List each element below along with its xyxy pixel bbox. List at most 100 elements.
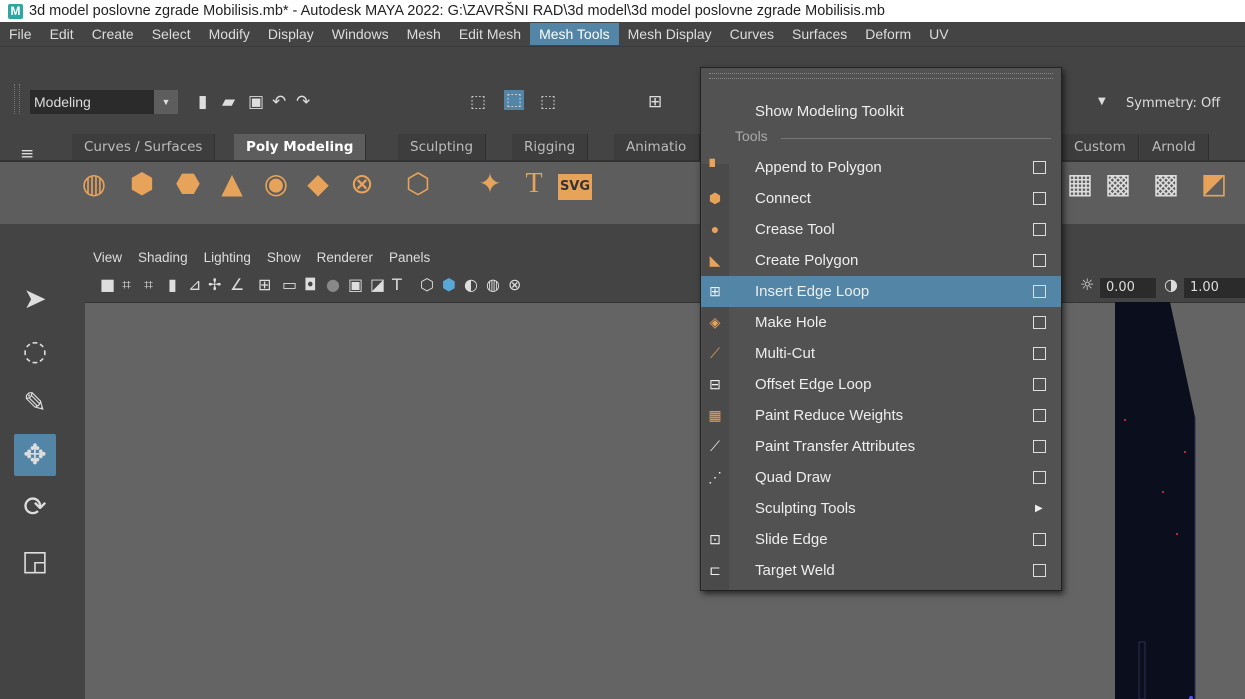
shelf-tab-custom[interactable]: Custom bbox=[1062, 134, 1139, 160]
select-by-component-icon[interactable]: ⬚ bbox=[540, 92, 556, 112]
statusline-grip[interactable] bbox=[14, 84, 20, 114]
option-box-icon[interactable] bbox=[1033, 161, 1046, 174]
select-by-object-icon[interactable]: ⬚ bbox=[504, 90, 525, 110]
panel-menu-panels[interactable]: Panels bbox=[381, 250, 438, 265]
combine-icon[interactable]: ▩ bbox=[1148, 166, 1184, 202]
shelf-tab-poly-modeling[interactable]: Poly Modeling bbox=[234, 134, 367, 160]
menu-uv[interactable]: UV bbox=[920, 23, 957, 45]
panel-menu-lighting[interactable]: Lighting bbox=[196, 250, 259, 265]
menu-item-quad-draw[interactable]: ⋰ Quad Draw bbox=[701, 462, 1061, 493]
resolution-gate-icon[interactable]: ◘ bbox=[304, 276, 317, 294]
menu-select[interactable]: Select bbox=[143, 23, 200, 45]
menu-item-multi-cut[interactable]: ⟋ Multi-Cut bbox=[701, 338, 1061, 369]
chevron-down-icon[interactable]: ▼ bbox=[1098, 92, 1106, 112]
grid-toggle-icon[interactable]: ⊿ bbox=[188, 276, 201, 294]
menu-item-target-weld[interactable]: ⊏ Target Weld bbox=[701, 555, 1061, 586]
extract-icon[interactable]: ▦ bbox=[1062, 166, 1098, 202]
film-gate-icon[interactable]: ▭ bbox=[282, 276, 297, 294]
wireframe-icon[interactable]: ⬡ bbox=[420, 276, 434, 294]
menu-display[interactable]: Display bbox=[259, 23, 323, 45]
menu-modify[interactable]: Modify bbox=[200, 23, 259, 45]
paint-select-tool-icon[interactable]: ✎ bbox=[14, 382, 56, 424]
menu-item-slide-edge[interactable]: ⊡ Slide Edge bbox=[701, 524, 1061, 555]
menu-deform[interactable]: Deform bbox=[856, 23, 920, 45]
symmetry-setting[interactable]: Symmetry: Off bbox=[1126, 96, 1220, 111]
menu-item-paint-reduce-weights[interactable]: ▦ Paint Reduce Weights bbox=[701, 400, 1061, 431]
menu-item-create-polygon[interactable]: ◣ Create Polygon bbox=[701, 245, 1061, 276]
pivot-icon[interactable]: ✢ bbox=[208, 276, 221, 294]
field-chart-icon[interactable]: ▣ bbox=[348, 276, 363, 294]
menu-file[interactable]: File bbox=[0, 23, 41, 45]
poly-cylinder-icon[interactable]: ⬣ bbox=[170, 166, 206, 202]
textured-icon[interactable]: ◍ bbox=[486, 276, 500, 294]
menu-item-show-modeling-toolkit[interactable]: Show Modeling Toolkit bbox=[701, 96, 1061, 127]
option-box-icon[interactable] bbox=[1033, 409, 1046, 422]
mirror-icon[interactable]: ◩ bbox=[1196, 166, 1232, 202]
redo-icon[interactable]: ↷ bbox=[296, 92, 310, 112]
exposure-field[interactable]: 0.00 bbox=[1100, 278, 1156, 298]
shelf-tab-rigging[interactable]: Rigging bbox=[512, 134, 589, 160]
grid-icon[interactable]: ⊞ bbox=[258, 276, 271, 294]
snap-to-grid-icon[interactable]: ⊞ bbox=[648, 92, 662, 112]
scale-tool-icon[interactable]: ◲ bbox=[14, 540, 56, 582]
save-scene-icon[interactable]: ▣ bbox=[248, 92, 264, 112]
menu-edit[interactable]: Edit bbox=[41, 23, 83, 45]
option-box-icon[interactable] bbox=[1033, 223, 1046, 236]
chevron-down-icon[interactable]: ▼ bbox=[154, 90, 178, 114]
new-scene-icon[interactable]: ▮ bbox=[198, 92, 207, 112]
option-box-icon[interactable] bbox=[1033, 347, 1046, 360]
option-box-icon[interactable] bbox=[1033, 285, 1046, 298]
shelf-tab-animation[interactable]: Animatio bbox=[614, 134, 700, 160]
poly-sphere-icon[interactable]: ◍ bbox=[76, 166, 112, 202]
exposure-icon[interactable]: ☼ bbox=[1080, 276, 1094, 294]
panel-menu-show[interactable]: Show bbox=[259, 250, 309, 265]
poly-plane-icon[interactable]: ◆ bbox=[300, 166, 336, 202]
menu-mesh-tools[interactable]: Mesh Tools bbox=[530, 23, 619, 45]
menu-edit-mesh[interactable]: Edit Mesh bbox=[450, 23, 530, 45]
bookmarks-icon[interactable]: ⌗ bbox=[144, 276, 153, 294]
gamma-icon[interactable]: ◑ bbox=[1164, 276, 1178, 294]
lights-icon[interactable]: ⊗ bbox=[508, 276, 521, 294]
option-box-icon[interactable] bbox=[1033, 564, 1046, 577]
select-tool-icon[interactable]: ➤ bbox=[14, 278, 56, 320]
menu-item-paint-transfer-attributes[interactable]: ⟋ Paint Transfer Attributes bbox=[701, 431, 1061, 462]
smooth-shade-icon[interactable]: ⬢ bbox=[442, 276, 456, 294]
default-material-icon[interactable]: ◐ bbox=[464, 276, 478, 294]
menu-mesh-display[interactable]: Mesh Display bbox=[619, 23, 721, 45]
select-by-hierarchy-icon[interactable]: ⬚ bbox=[470, 92, 486, 112]
poly-torus-icon[interactable]: ◉ bbox=[258, 166, 294, 202]
menu-item-append-to-polygon[interactable]: ▘ Append to Polygon bbox=[701, 152, 1061, 183]
panel-menu-view[interactable]: View bbox=[85, 250, 130, 265]
menu-item-offset-edge-loop[interactable]: ⊟ Offset Edge Loop bbox=[701, 369, 1061, 400]
menu-item-crease-tool[interactable]: ● Crease Tool bbox=[701, 214, 1061, 245]
option-box-icon[interactable] bbox=[1033, 378, 1046, 391]
poly-cone-icon[interactable]: ▲ bbox=[214, 166, 250, 202]
rotate-tool-icon[interactable]: ⟳ bbox=[14, 486, 56, 528]
menu-tearoff-handle[interactable] bbox=[709, 73, 1053, 79]
menu-item-make-hole[interactable]: ◈ Make Hole bbox=[701, 307, 1061, 338]
menu-surfaces[interactable]: Surfaces bbox=[783, 23, 856, 45]
menu-item-connect[interactable]: ⬢ Connect bbox=[701, 183, 1061, 214]
bookmark-icon[interactable]: ▮ bbox=[168, 276, 177, 294]
viewport[interactable] bbox=[85, 302, 1245, 699]
poly-disc-icon[interactable]: ⊗ bbox=[344, 166, 380, 202]
shelf-tab-curves-surfaces[interactable]: Curves / Surfaces bbox=[72, 134, 216, 160]
gamma-field[interactable]: 1.00 bbox=[1184, 278, 1245, 298]
gate-mask-icon[interactable]: ● bbox=[326, 276, 340, 294]
type-tool-icon[interactable]: T bbox=[516, 166, 552, 202]
move-tool-icon[interactable]: ✥ bbox=[14, 434, 56, 476]
option-box-icon[interactable] bbox=[1033, 471, 1046, 484]
safe-action-icon[interactable]: ◪ bbox=[370, 276, 385, 294]
option-box-icon[interactable] bbox=[1033, 192, 1046, 205]
menu-curves[interactable]: Curves bbox=[721, 23, 783, 45]
platonic-solid-icon[interactable]: ⬡ bbox=[400, 166, 436, 202]
image-plane-icon[interactable]: ∠ bbox=[230, 276, 244, 294]
menu-item-insert-edge-loop[interactable]: ⊞ Insert Edge Loop bbox=[701, 276, 1061, 307]
camera-attributes-icon[interactable]: ⌗ bbox=[122, 276, 131, 294]
menu-windows[interactable]: Windows bbox=[323, 23, 398, 45]
shelf-tab-sculpting[interactable]: Sculpting bbox=[398, 134, 487, 160]
mode-selector[interactable]: Modeling ▼ bbox=[30, 90, 178, 114]
menu-item-sculpting-tools[interactable]: Sculpting Tools ▶ bbox=[701, 493, 1061, 524]
menu-create[interactable]: Create bbox=[83, 23, 143, 45]
separate-icon[interactable]: ▩ bbox=[1100, 166, 1136, 202]
